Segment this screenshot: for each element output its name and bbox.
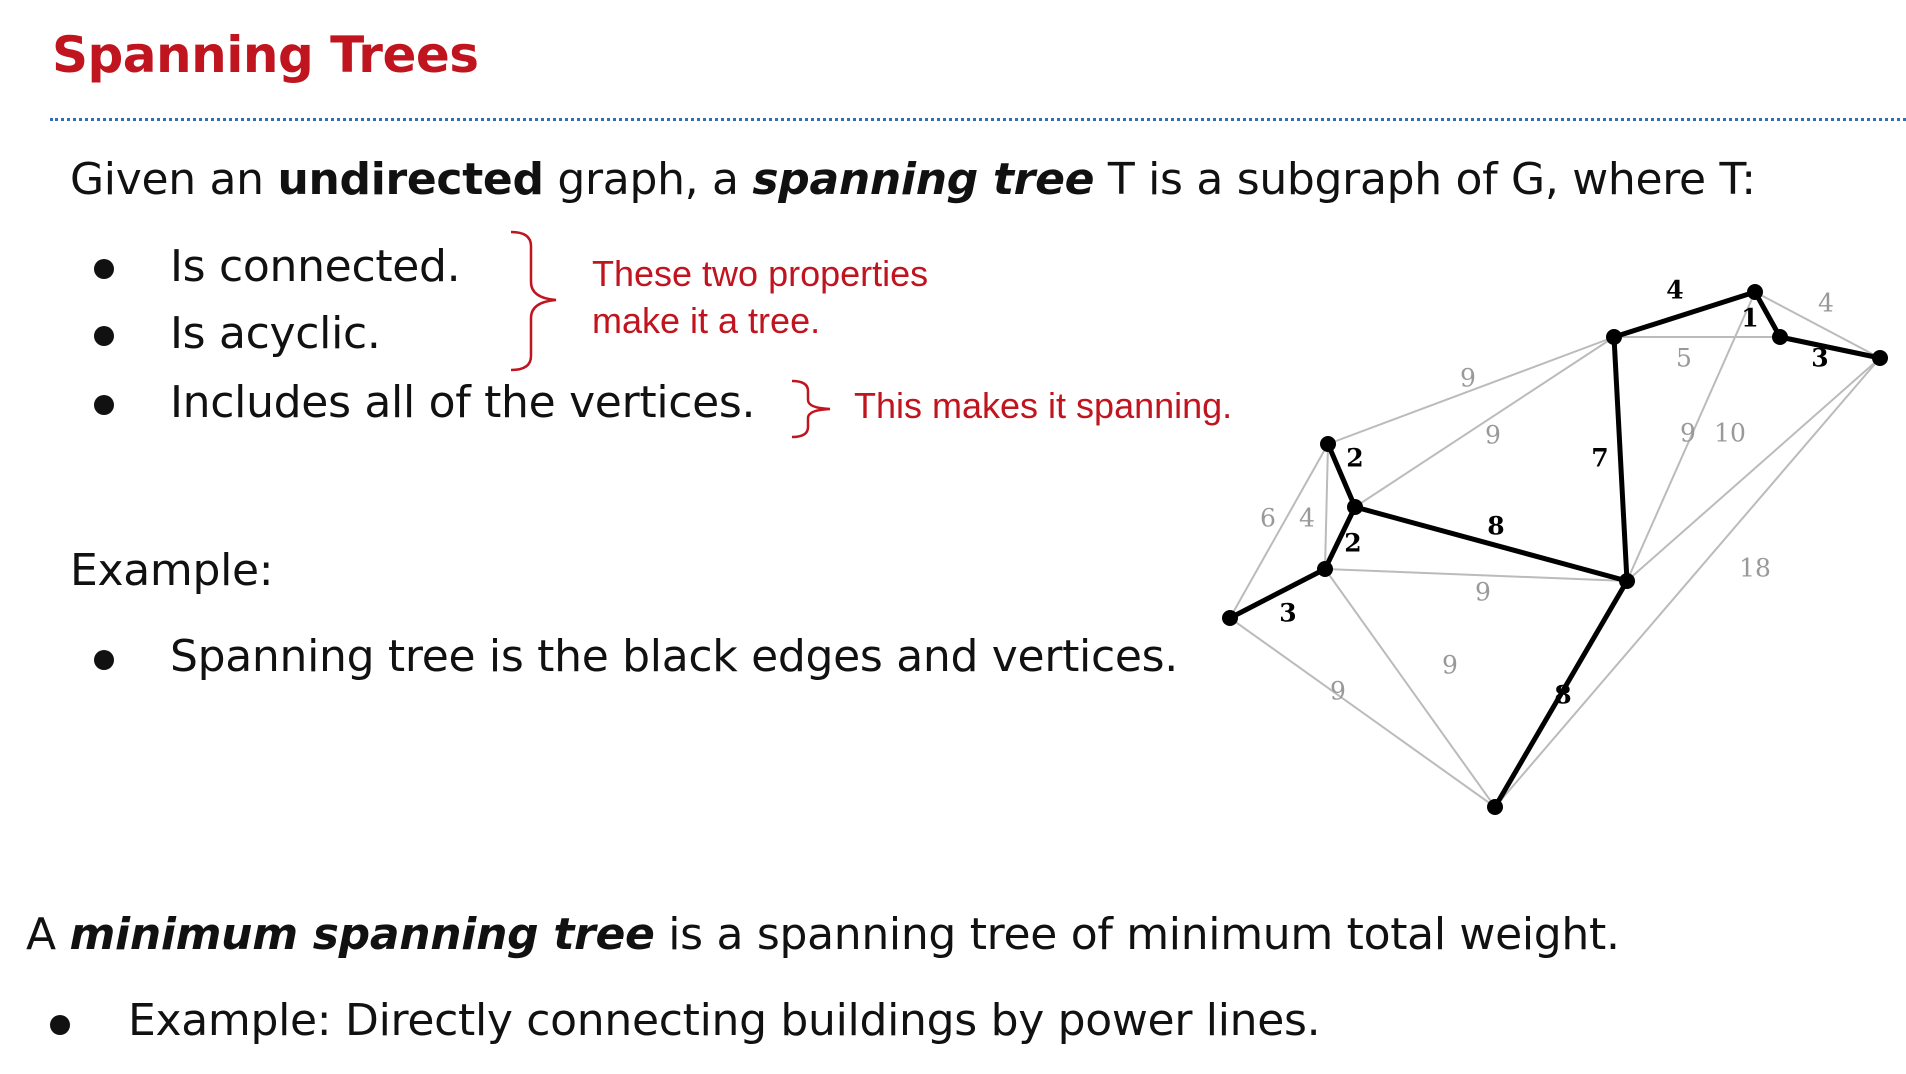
bullet-icon bbox=[94, 326, 114, 346]
edge-weight-label: 6 bbox=[1260, 504, 1276, 533]
edge-weight-label: 4 bbox=[1818, 289, 1834, 318]
bullet-icon bbox=[94, 650, 114, 670]
intro-text-3: T is a subgraph of G, where T: bbox=[1094, 154, 1756, 205]
edge-weight-label: 3 bbox=[1811, 344, 1828, 373]
edge-weight-label: 9 bbox=[1442, 651, 1458, 680]
mst-text-2: is a spanning tree of minimum total weig… bbox=[654, 909, 1620, 960]
edge-weight-label: 2 bbox=[1346, 444, 1363, 473]
edge-weight-label: 2 bbox=[1344, 529, 1361, 558]
edge-weight-label: 1 bbox=[1741, 304, 1758, 333]
property-item: Is connected. bbox=[170, 241, 461, 292]
graph-vertex bbox=[1487, 799, 1503, 815]
non-tree-edge bbox=[1324, 568, 1496, 808]
edge-weight-label: 18 bbox=[1739, 554, 1771, 583]
edge-weight-label: 8 bbox=[1487, 512, 1504, 541]
intro-text-2: graph, a bbox=[543, 154, 753, 205]
intro-text-1: Given an bbox=[70, 154, 278, 205]
graph-vertex bbox=[1606, 329, 1622, 345]
edge-weight-label: 9 bbox=[1475, 578, 1491, 607]
example-bullet-text: Spanning tree is the black edges and ver… bbox=[170, 631, 1178, 682]
graph-vertex bbox=[1619, 573, 1635, 589]
example-heading: Example: bbox=[70, 545, 274, 596]
non-tree-edge bbox=[1324, 443, 1329, 570]
graph-vertex bbox=[1747, 284, 1763, 300]
tree-note-line-1: These two properties bbox=[592, 253, 929, 294]
graph-vertex bbox=[1347, 499, 1363, 515]
edge-weight-label: 3 bbox=[1279, 599, 1296, 628]
edge-weight-label: 9 bbox=[1485, 421, 1501, 450]
edge-weight-label: 4 bbox=[1299, 504, 1315, 533]
mst-example-text: Example: Directly connecting buildings b… bbox=[128, 995, 1321, 1046]
edge-weight-label: 8 bbox=[1554, 681, 1571, 710]
bullet-icon bbox=[94, 259, 114, 279]
graph-vertex bbox=[1320, 436, 1336, 452]
edge-weight-label: 10 bbox=[1714, 419, 1746, 448]
tree-edge bbox=[1779, 334, 1881, 361]
slide-title: Spanning Trees bbox=[52, 26, 479, 84]
brace-icon bbox=[510, 230, 557, 372]
property-item: Includes all of the vertices. bbox=[170, 377, 756, 428]
mst-text-1: A bbox=[26, 909, 70, 960]
tree-edge bbox=[1611, 336, 1630, 582]
edge-weight-label: 4 bbox=[1666, 276, 1683, 305]
brace-icon bbox=[791, 379, 831, 439]
mst-emphasis: minimum spanning tree bbox=[69, 909, 655, 960]
graph-vertex bbox=[1772, 329, 1788, 345]
non-tree-edge bbox=[1626, 357, 1881, 582]
tree-note-line-2: make it a tree. bbox=[592, 300, 821, 341]
non-tree-edge bbox=[1229, 617, 1496, 808]
edge-weight-label: 9 bbox=[1680, 419, 1696, 448]
weighted-graph-diagram: 4599 9 10186 4999413782238 bbox=[1222, 276, 1888, 815]
bullet-icon bbox=[94, 395, 114, 415]
spanning-note: This makes it spanning. bbox=[854, 385, 1233, 426]
edge-weight-label: 5 bbox=[1676, 344, 1692, 373]
mst-definition: A minimum spanning tree is a spanning tr… bbox=[26, 909, 1620, 962]
graph-vertex bbox=[1317, 561, 1333, 577]
edge-weight-label: 7 bbox=[1591, 444, 1608, 473]
title-divider bbox=[50, 118, 1906, 121]
intro-emphasis-spanning-tree: spanning tree bbox=[752, 154, 1095, 205]
graph-vertex bbox=[1222, 610, 1238, 626]
tree-edge bbox=[1613, 289, 1756, 340]
edge-weight-label: 9 bbox=[1460, 364, 1476, 393]
graph-vertex bbox=[1872, 350, 1888, 366]
property-item: Is acyclic. bbox=[170, 308, 381, 359]
intro-emphasis-undirected: undirected bbox=[277, 154, 544, 205]
edge-weight-label: 9 bbox=[1330, 677, 1346, 706]
intro-sentence: Given an undirected graph, a spanning tr… bbox=[70, 154, 1756, 207]
bullet-icon bbox=[50, 1015, 70, 1035]
